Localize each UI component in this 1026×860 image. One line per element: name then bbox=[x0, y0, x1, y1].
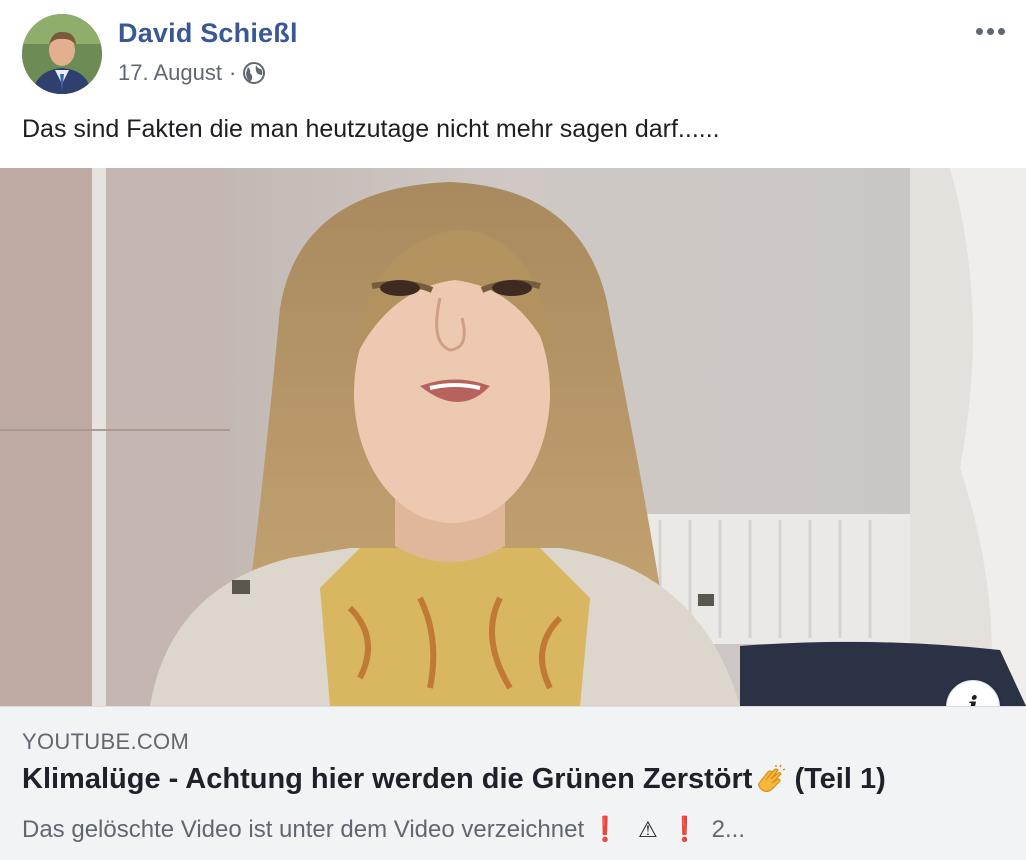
link-domain: YOUTUBE.COM bbox=[22, 729, 190, 754]
post-meta: 17. August · bbox=[118, 60, 266, 86]
post-text: Das sind Fakten die man heutzutage nicht… bbox=[22, 115, 720, 143]
link-title-suffix: (Teil 1) bbox=[794, 763, 886, 795]
link-description-tail: 2... bbox=[711, 815, 745, 843]
exclamation-icon: ❗ bbox=[669, 816, 700, 843]
more-horizontal-icon bbox=[975, 27, 983, 35]
video-thumbnail[interactable] bbox=[0, 168, 1026, 706]
link-description-text: Das gelöschte Video ist unter dem Video … bbox=[22, 815, 585, 843]
more-dot bbox=[986, 27, 994, 35]
exclamation-icon: ❗ bbox=[590, 816, 621, 843]
meta-separator: · bbox=[228, 60, 237, 85]
warning-icon: ⚠ bbox=[638, 816, 658, 842]
more-dot bbox=[997, 27, 1005, 35]
post-date-link[interactable]: 17. August bbox=[118, 60, 222, 86]
link-title[interactable]: Klimalüge - Achtung hier werden die Grün… bbox=[22, 763, 886, 796]
link-title-text: Klimalüge - Achtung hier werden die Grün… bbox=[22, 763, 753, 795]
link-preview[interactable]: YOUTUBE.COM Klimalüge - Achtung hier wer… bbox=[0, 706, 1026, 860]
facebook-post: David Schießl 17. August · Das sind Fakt… bbox=[0, 0, 1026, 860]
link-description: Das gelöschte Video ist unter dem Video … bbox=[22, 815, 745, 844]
globe-icon[interactable] bbox=[242, 61, 266, 85]
more-options-button[interactable] bbox=[970, 20, 1010, 42]
clapping-hands-icon bbox=[754, 764, 786, 796]
author-name-link[interactable]: David Schießl bbox=[118, 18, 298, 49]
author-avatar[interactable] bbox=[22, 14, 102, 94]
